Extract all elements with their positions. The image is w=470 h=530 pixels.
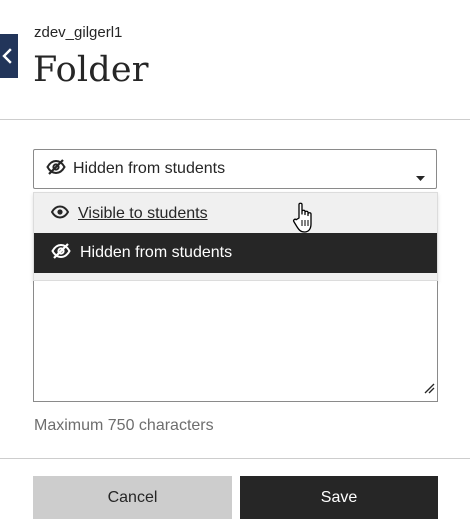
header-divider xyxy=(0,119,470,120)
save-button[interactable]: Save xyxy=(240,476,438,519)
option-visible-to-students[interactable]: Visible to students xyxy=(34,194,437,234)
footer-divider xyxy=(0,458,470,459)
page-title: Folder xyxy=(33,50,149,90)
eye-icon xyxy=(50,204,70,224)
cancel-button[interactable]: Cancel xyxy=(33,476,232,519)
eye-slash-icon xyxy=(46,158,66,180)
visibility-dropdown-menu: Visible to students Hidden from students xyxy=(33,192,438,281)
chevron-left-icon xyxy=(2,48,12,64)
description-textarea[interactable] xyxy=(33,281,438,402)
course-id: zdev_gilgerl1 xyxy=(34,24,123,41)
caret-down-icon xyxy=(416,168,425,186)
character-limit-hint: Maximum 750 characters xyxy=(34,417,214,434)
eye-slash-icon xyxy=(51,242,71,264)
visibility-select-value: Hidden from students xyxy=(73,160,226,177)
option-hidden-from-students[interactable]: Hidden from students xyxy=(34,233,437,273)
option-label: Hidden from students xyxy=(80,244,233,261)
back-button[interactable] xyxy=(0,34,18,78)
option-label: Visible to students xyxy=(78,205,208,222)
resize-handle-icon[interactable] xyxy=(423,381,435,399)
visibility-select[interactable]: Hidden from students xyxy=(33,149,437,189)
